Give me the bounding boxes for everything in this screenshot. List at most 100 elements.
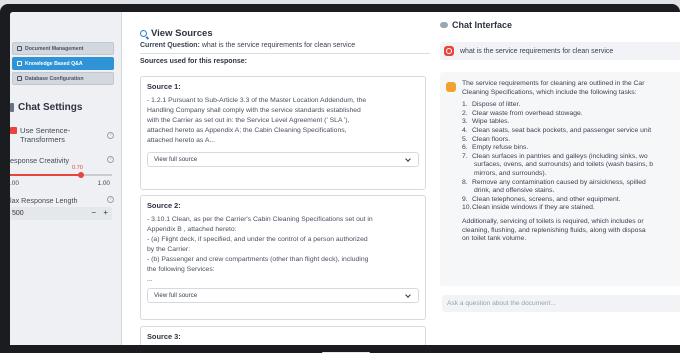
response-creativity-label-row: esponse Creativity ? <box>10 156 114 165</box>
list-number: 8. <box>462 178 468 186</box>
view-full-source-label: View full source <box>154 156 198 163</box>
sidebar: Document Management Knowledge Based Q&A … <box>10 12 122 345</box>
list-number: 4. <box>462 126 468 134</box>
list-text: Wipe tables. <box>472 118 510 126</box>
answer-list-item: 10. Clean inside windows if they are stai… <box>462 204 680 213</box>
chat-bubble-icon <box>440 22 448 28</box>
list-text: Clear waste from overhead stowage. <box>472 109 583 117</box>
chat-input-placeholder: Ask a question about the document... <box>447 300 556 307</box>
user-message: what is the service requirements for cle… <box>440 42 680 60</box>
assistant-message: The service requirements for cleaning ar… <box>440 72 680 286</box>
source-text-line: - (a) Flight deck, if specified, and und… <box>147 236 368 243</box>
view-full-source-expander[interactable]: View full source <box>147 288 419 303</box>
slider-range-labels: .00 1.00 <box>10 180 114 187</box>
source-card: Source 2: - 3.10.1 Clean, as per the Car… <box>140 195 426 320</box>
sources-used-label: Sources used for this response: <box>140 58 247 65</box>
app-screen: Document Management Knowledge Based Q&A … <box>10 12 680 345</box>
response-creativity-label: esponse Creativity <box>10 156 70 165</box>
chat-settings-heading: Chat Settings <box>10 102 82 113</box>
answer-list-item: surfaces, ovens, and surrounds) and toil… <box>462 161 680 170</box>
creativity-value: 0.70 <box>72 165 83 171</box>
increment-button[interactable]: + <box>103 208 108 217</box>
view-full-source-expander[interactable]: View full source <box>147 152 419 167</box>
list-text: drink, and offensive stains. <box>474 187 555 195</box>
user-message-text: what is the service requirements for cle… <box>460 47 614 55</box>
source-title: Source 2: <box>147 201 181 210</box>
max-length-value[interactable]: 500 <box>12 210 24 217</box>
source-card: Source 1: - 1.2.1 Pursuant to Sub-Articl… <box>140 76 426 190</box>
list-number: 9. <box>462 195 468 203</box>
creativity-slider[interactable] <box>10 172 112 178</box>
answer-line: on toilet tank volume. <box>462 235 527 243</box>
list-text: Clean surfaces in pantries and galleys (… <box>472 152 648 160</box>
qa-icon <box>17 61 22 66</box>
source-text-line: - (b) Passenger and crew compartments (o… <box>147 256 369 263</box>
chat-interface-panel: Chat Interface what is the service requi… <box>436 12 680 345</box>
sentence-transformers-option[interactable]: Use Sentence- Transformers ? <box>10 126 114 144</box>
nav-label: Database Configuration <box>25 75 84 82</box>
list-number: 3. <box>462 118 468 126</box>
view-full-source-label: View full source <box>154 292 198 299</box>
help-icon[interactable]: ? <box>107 132 114 139</box>
sentence-transformers-checkbox[interactable] <box>10 127 17 134</box>
help-icon[interactable]: ? <box>107 156 114 163</box>
current-question-text: what is the service requirements for cle… <box>201 42 356 49</box>
option-label: Transformers <box>20 135 65 144</box>
source-text-line: attached hereto as Appendix A; the Cabin… <box>147 127 347 134</box>
chat-settings-title: Chat Settings <box>18 102 83 113</box>
answer-list-item: 3. Wipe tables. <box>462 118 680 127</box>
answer-list-item: 9. Clean telephones, screens, and other e… <box>462 196 680 205</box>
nav-database-configuration[interactable]: Database Configuration <box>12 72 114 85</box>
list-number: 5. <box>462 135 468 143</box>
device-frame: Document Management Knowledge Based Q&A … <box>0 4 680 353</box>
list-text: Clean floors. <box>472 135 511 143</box>
answer-list-item: mirrors, and surrounds). <box>462 170 680 179</box>
settings-icon <box>10 103 14 112</box>
source-text-line: with the Carrier as set out in: the Serv… <box>147 117 350 124</box>
help-icon[interactable]: ? <box>107 196 114 203</box>
list-text: surfaces, ovens, and surrounds) and toil… <box>474 161 654 169</box>
creativity-slider-handle[interactable] <box>78 172 85 178</box>
list-number: 7. <box>462 152 468 160</box>
document-icon <box>17 46 22 51</box>
range-min: .00 <box>10 180 19 187</box>
answer-list-item: 8. Remove any contamination caused by air… <box>462 179 680 188</box>
source-text-line: attached hereto as A... <box>147 137 216 144</box>
assistant-avatar-icon <box>446 82 456 92</box>
answer-list-item: 7. Clean surfaces in pantries and galleys… <box>462 153 680 162</box>
assistant-message-text: The service requirements for cleaning ar… <box>462 80 680 244</box>
answer-list-item: 5. Clean floors. <box>462 136 680 145</box>
view-sources-title: View Sources <box>151 28 213 39</box>
list-number: 2. <box>462 109 468 117</box>
list-text: Clean telephones, screens, and other equ… <box>472 195 621 203</box>
list-number: 1. <box>462 101 468 109</box>
list-text: Clean inside windows if they are stained… <box>472 204 595 212</box>
max-length-label-row: lax Response Length ? <box>10 196 114 205</box>
nav-label: Document Management <box>25 45 84 52</box>
source-title: Source 3: <box>147 332 181 341</box>
answer-line: Additionally, servicing of toilets is re… <box>462 217 644 225</box>
source-text-line: - 3.10.1 Clean, as per the Carrier's Cab… <box>147 216 373 223</box>
answer-line: The service requirements for cleaning ar… <box>462 80 645 87</box>
database-icon <box>17 76 22 81</box>
nav-document-management[interactable]: Document Management <box>12 42 114 55</box>
chat-question-input[interactable]: Ask a question about the document... <box>442 295 680 312</box>
max-length-input[interactable]: 500 − + <box>10 207 112 220</box>
current-question: Current Question: what is the service re… <box>140 42 430 49</box>
answer-line: Cleaning Specifications, which include t… <box>462 88 637 96</box>
list-text: Remove any contamination caused by airsi… <box>472 178 646 186</box>
answer-list-item: 2. Clear waste from overhead stowage. <box>462 110 680 119</box>
view-sources-heading: View Sources <box>140 28 430 39</box>
max-length-label: lax Response Length <box>10 196 78 205</box>
answer-list-item: drink, and offensive stains. <box>462 187 680 196</box>
chevron-down-icon <box>405 292 411 298</box>
answer-list-item: 4. Clean seats, seat back pockets, and pa… <box>462 127 680 136</box>
source-text-line: Appendix B , attached hereto: <box>147 226 237 233</box>
source-text-line: ... <box>147 276 153 283</box>
source-text-line: the following Services: <box>147 266 215 273</box>
source-title: Source 1: <box>147 82 181 91</box>
decrement-button[interactable]: − <box>91 208 96 217</box>
source-text-line: - 1.2.1 Pursuant to Sub-Article 3.3 of t… <box>147 97 367 104</box>
list-text: Dispose of litter. <box>472 101 521 109</box>
nav-knowledge-qa[interactable]: Knowledge Based Q&A <box>12 57 114 70</box>
